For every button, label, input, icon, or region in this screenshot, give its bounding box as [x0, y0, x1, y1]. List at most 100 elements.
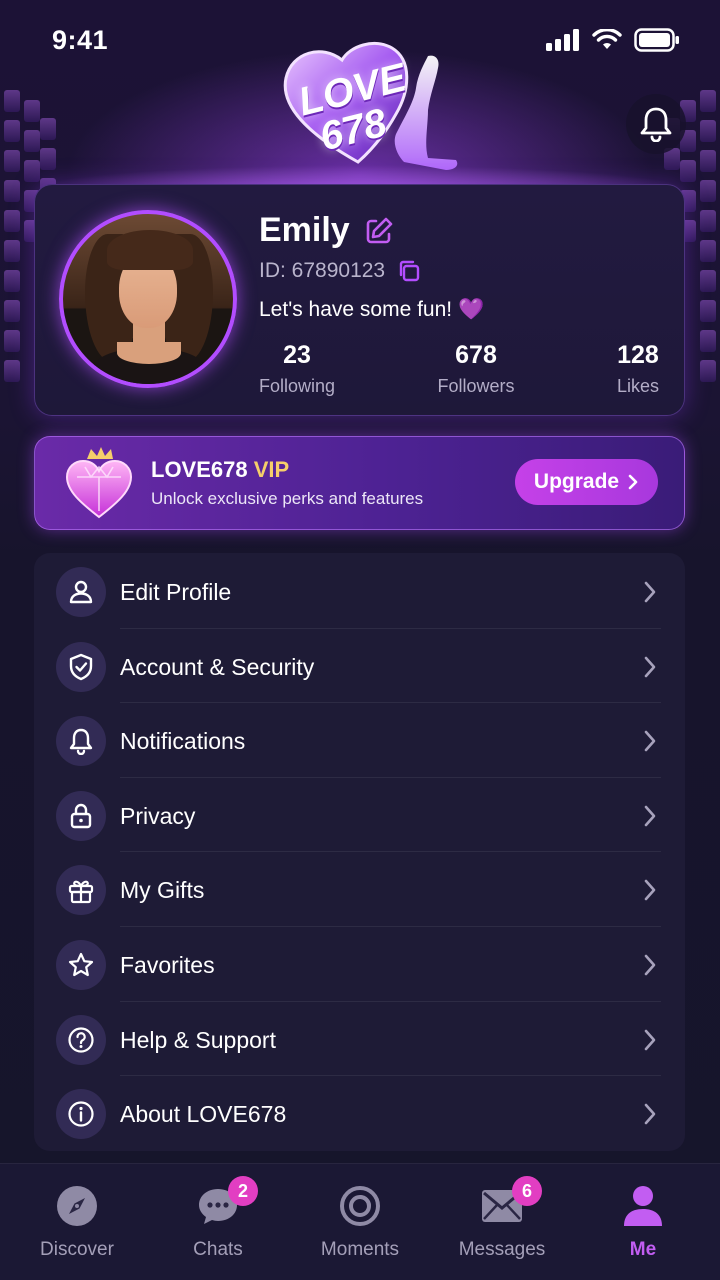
menu-divider: [120, 926, 661, 927]
copy-icon[interactable]: [397, 259, 421, 283]
chevron-right-icon: [644, 879, 656, 901]
stat-value: 128: [617, 341, 659, 369]
messages-unread-badge: 6: [512, 1176, 542, 1206]
tab-icon-wrap: [55, 1184, 99, 1228]
lock-icon: [70, 803, 92, 829]
menu-item-my-gifts[interactable]: My Gifts: [34, 853, 685, 927]
menu-label: About LOVE678: [120, 1100, 287, 1127]
profile-name: Emily: [259, 211, 350, 249]
menu-item-help-support[interactable]: Help & Support: [34, 1003, 685, 1077]
shield-icon: [69, 653, 93, 681]
chevron-right-icon: [628, 474, 638, 490]
gift-icon: [68, 880, 94, 904]
menu-item-account-security[interactable]: Account & Security: [34, 630, 685, 704]
menu-label: Account & Security: [120, 653, 315, 680]
user-id: ID: 67890123: [259, 259, 386, 282]
tab-icon-wrap: [338, 1184, 382, 1228]
menu-icon-wrap: [56, 1015, 106, 1065]
notification-bell-button[interactable]: [626, 94, 686, 154]
tab-moments[interactable]: Moments: [288, 1164, 432, 1280]
stat-value: 23: [283, 341, 311, 369]
vip-title: LOVE678 VIP: [151, 457, 289, 483]
profile-card: Emily ID: 67890123 Let's have some fun! …: [34, 184, 685, 416]
tab-label: Moments: [320, 1239, 400, 1260]
bottom-tab-bar: Discover 2 Chats Moments 6 Messages Me: [0, 1163, 720, 1280]
menu-label: Favorites: [120, 951, 215, 978]
stat-value: 678: [455, 341, 497, 369]
tab-label: Chats: [193, 1239, 243, 1260]
menu-divider: [120, 628, 661, 629]
upgrade-button-label: Upgrade: [533, 470, 620, 493]
user-id-row: ID: 67890123: [259, 259, 421, 283]
compass-icon: [57, 1186, 97, 1226]
vip-subtitle: Unlock exclusive perks and features: [151, 489, 424, 508]
battery-icon: [634, 28, 679, 52]
menu-label: Privacy: [120, 802, 196, 829]
menu-icon-wrap: [56, 716, 106, 766]
moments-icon: [340, 1186, 380, 1226]
stat-label: Likes: [616, 376, 659, 396]
wifi-icon: [592, 29, 622, 49]
crown-gem-icon: [65, 447, 133, 519]
menu-item-privacy[interactable]: Privacy: [34, 779, 685, 853]
chevron-right-icon: [644, 954, 656, 976]
info-icon: [68, 1101, 94, 1127]
menu-icon-wrap: [56, 940, 106, 990]
tab-messages[interactable]: 6 Messages: [430, 1164, 574, 1280]
chevron-right-icon: [644, 1029, 656, 1051]
settings-menu: Edit Profile Account & Security Notifica…: [34, 553, 685, 1151]
menu-icon-wrap: [56, 865, 106, 915]
vip-banner[interactable]: LOVE678 VIP Unlock exclusive perks and f…: [34, 436, 685, 530]
chevron-right-icon: [644, 1103, 656, 1125]
bell-icon: [69, 728, 93, 755]
menu-divider: [120, 702, 661, 703]
menu-icon-wrap: [56, 642, 106, 692]
edit-icon[interactable]: [364, 216, 394, 246]
profile-bio: Let's have some fun! 💜: [259, 298, 485, 321]
help-icon: [68, 1027, 94, 1053]
stat-label: Following: [259, 376, 336, 396]
vip-title-highlight: VIP: [253, 457, 290, 482]
chevron-right-icon: [644, 581, 656, 603]
chats-unread-badge: 2: [228, 1176, 258, 1206]
chevron-right-icon: [644, 730, 656, 752]
tab-me[interactable]: Me: [571, 1164, 715, 1280]
menu-item-edit-profile[interactable]: Edit Profile: [34, 555, 685, 629]
avatar[interactable]: [59, 210, 237, 388]
user-icon: [69, 580, 93, 604]
chevron-right-icon: [644, 805, 656, 827]
tab-label: Discover: [40, 1239, 114, 1260]
upgrade-button[interactable]: Upgrade: [515, 459, 658, 505]
menu-label: Notifications: [120, 727, 246, 754]
stat-likes[interactable]: 128 Likes: [617, 341, 659, 397]
menu-icon-wrap: [56, 567, 106, 617]
stat-following[interactable]: 23 Following: [259, 341, 335, 397]
stat-label: Followers: [437, 376, 515, 396]
tab-icon-wrap: [621, 1184, 665, 1228]
menu-divider: [120, 1075, 661, 1076]
tab-chats[interactable]: 2 Chats: [146, 1164, 290, 1280]
menu-icon-wrap: [56, 1089, 106, 1139]
menu-divider: [120, 777, 661, 778]
vip-title-brand: LOVE678: [151, 457, 248, 482]
menu-label: Help & Support: [120, 1026, 276, 1053]
person-icon: [624, 1186, 662, 1226]
chevron-right-icon: [644, 656, 656, 678]
tab-discover[interactable]: Discover: [5, 1164, 149, 1280]
menu-label: My Gifts: [120, 876, 205, 903]
tab-label: Messages: [458, 1239, 546, 1260]
bell-icon: [640, 107, 672, 142]
signal-icon: [546, 29, 579, 51]
menu-item-favorites[interactable]: Favorites: [34, 928, 685, 1002]
menu-divider: [120, 851, 661, 852]
love678-logo: LOVE 678: [278, 34, 478, 184]
menu-item-about[interactable]: About LOVE678: [34, 1077, 685, 1151]
tab-label: Me: [629, 1239, 657, 1260]
stat-followers[interactable]: 678 Followers: [437, 341, 514, 397]
profile-screen: 9:41 LOVE 678 Emily ID: 67890123 Let's h…: [0, 0, 720, 1280]
star-icon: [68, 952, 94, 977]
menu-icon-wrap: [56, 791, 106, 841]
menu-divider: [120, 1001, 661, 1002]
menu-item-notifications[interactable]: Notifications: [34, 704, 685, 778]
profile-stats: 23 Following 678 Followers 128 Likes: [259, 341, 659, 397]
